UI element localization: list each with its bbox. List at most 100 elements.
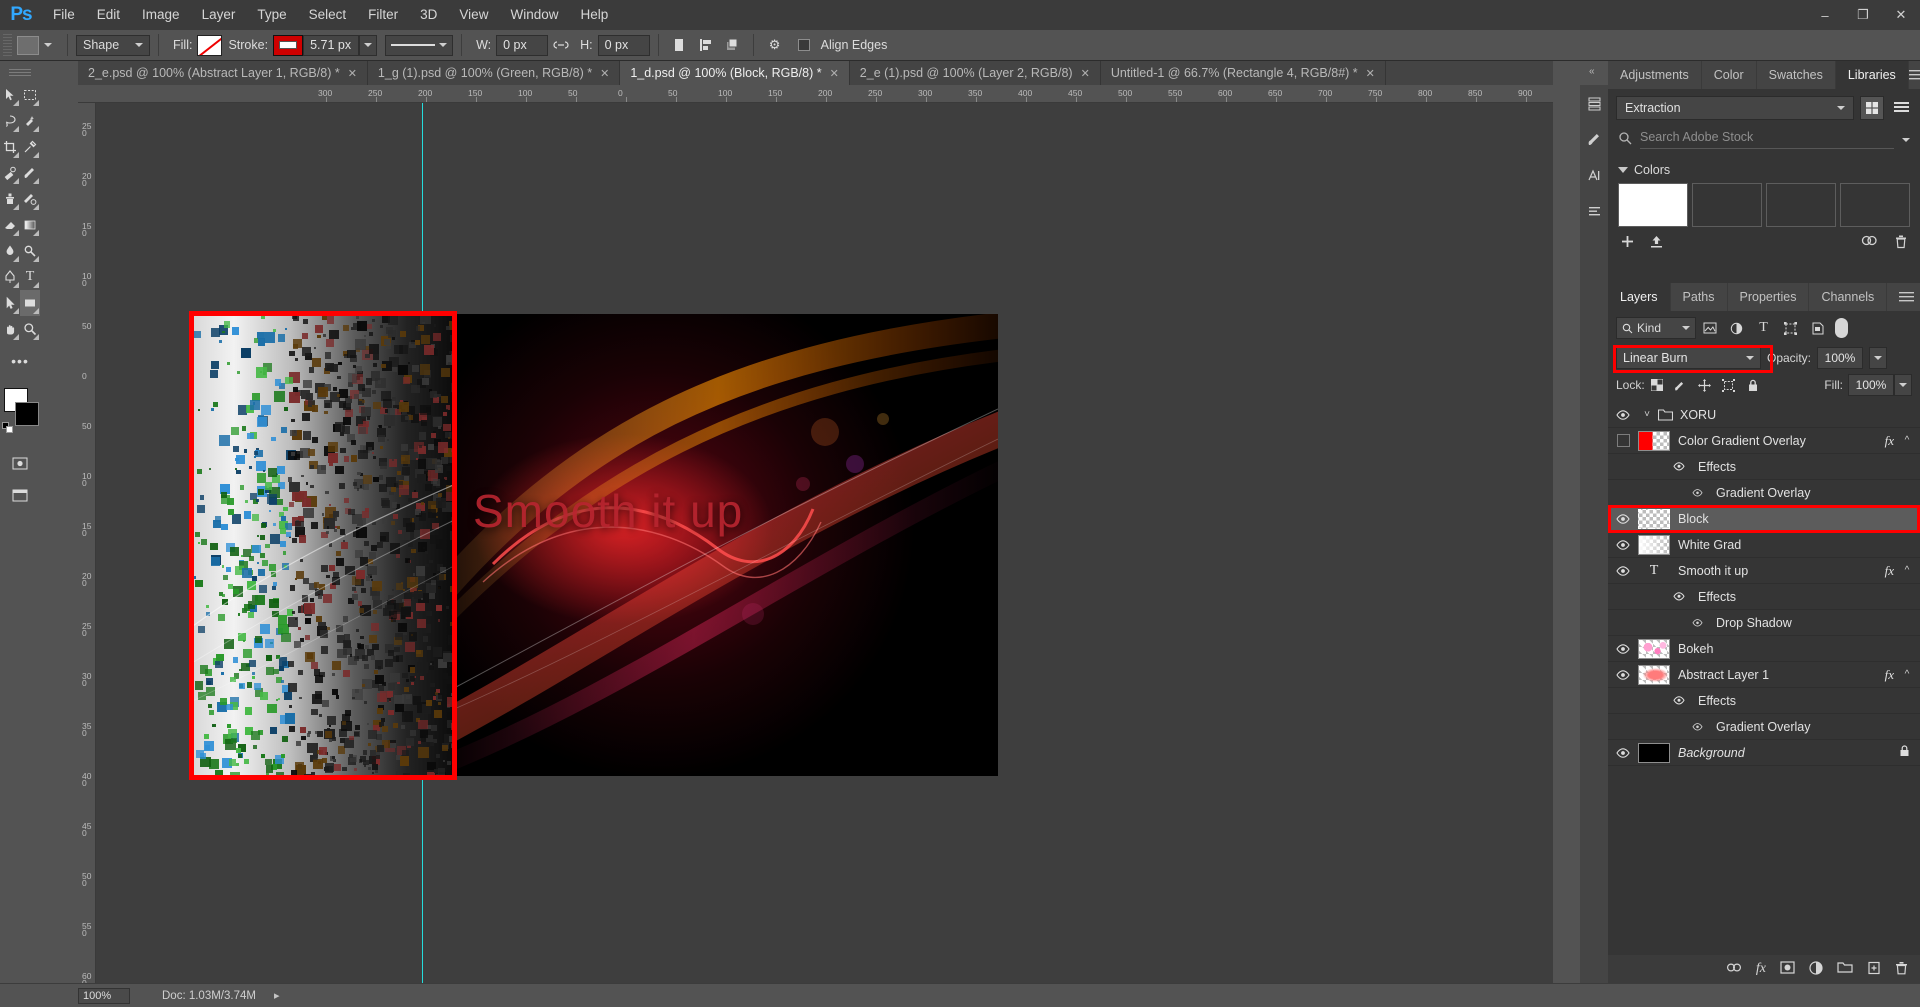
pen-tool[interactable] xyxy=(0,264,20,290)
tab-color[interactable]: Color xyxy=(1702,61,1757,89)
effects-collapse-icon[interactable]: ^ xyxy=(1902,435,1920,446)
document-tab[interactable]: 1_g (1).psd @ 100% (Green, RGB/8) * ✕ xyxy=(368,61,620,85)
link-layers-icon[interactable] xyxy=(1726,961,1742,977)
options-bar-grip[interactable] xyxy=(3,34,12,56)
layer-row[interactable]: T Smooth it up fx ^ xyxy=(1608,558,1920,584)
color-swatch-gray[interactable] xyxy=(1692,183,1762,227)
history-brush-tool[interactable] xyxy=(20,186,40,212)
menu-file[interactable]: File xyxy=(42,0,86,30)
tab-paths[interactable]: Paths xyxy=(1671,283,1728,311)
panel-menu-icon[interactable] xyxy=(1909,61,1920,89)
menu-edit[interactable]: Edit xyxy=(86,0,131,30)
effect-visibility-toggle[interactable] xyxy=(1686,619,1708,627)
path-operations-icon[interactable] xyxy=(667,33,693,57)
color-swatch-black[interactable] xyxy=(1840,183,1910,227)
smart-object-filter-icon[interactable] xyxy=(1804,317,1831,339)
lock-all-icon[interactable] xyxy=(1741,375,1765,395)
move-tool[interactable] xyxy=(0,82,20,108)
new-group-icon[interactable] xyxy=(1837,961,1853,977)
maximize-button[interactable]: ❐ xyxy=(1844,0,1882,30)
lock-position-icon[interactable] xyxy=(1693,375,1717,395)
close-icon[interactable]: ✕ xyxy=(1366,67,1375,80)
default-colors-icon[interactable] xyxy=(2,422,13,433)
brush-settings-icon[interactable] xyxy=(1580,121,1608,157)
character-panel-icon[interactable] xyxy=(1580,157,1608,193)
menu-view[interactable]: View xyxy=(448,0,499,30)
menu-layer[interactable]: Layer xyxy=(191,0,247,30)
layer-visibility-toggle[interactable] xyxy=(1608,402,1638,428)
layer-visibility-toggle[interactable] xyxy=(1608,636,1638,662)
path-alignment-icon[interactable] xyxy=(693,33,719,57)
tool-preset-chevron-icon[interactable] xyxy=(44,43,52,47)
screen-mode-button[interactable] xyxy=(10,482,30,508)
path-selection-tool[interactable] xyxy=(0,290,20,316)
history-panel-icon[interactable] xyxy=(1580,85,1608,121)
new-layer-icon[interactable] xyxy=(1867,961,1881,978)
layer-effects-fx-icon[interactable]: fx xyxy=(1885,563,1902,579)
document-tab-active[interactable]: 1_d.psd @ 100% (Block, RGB/8) * ✕ xyxy=(620,61,849,85)
shape-filter-icon[interactable] xyxy=(1777,317,1804,339)
layer-row[interactable]: Abstract Layer 1 fx ^ xyxy=(1608,662,1920,688)
rectangle-tool[interactable] xyxy=(20,290,40,316)
stroke-width-input[interactable]: 5.71 px xyxy=(303,35,359,56)
zoom-tool[interactable] xyxy=(20,316,40,342)
layer-effects-fx-icon[interactable]: fx xyxy=(1885,433,1902,449)
layer-row[interactable]: Block xyxy=(1608,506,1920,532)
color-swatch-white[interactable] xyxy=(1618,183,1688,227)
layer-visibility-toggle[interactable] xyxy=(1608,558,1638,584)
edit-toolbar-button[interactable]: ••• xyxy=(10,348,30,374)
layer-row[interactable]: Background xyxy=(1608,740,1920,766)
share-link-icon[interactable] xyxy=(1861,234,1878,252)
document-artboard[interactable]: Smooth it up xyxy=(192,314,998,776)
blend-mode-select[interactable]: Linear Burn xyxy=(1616,347,1761,369)
gear-icon[interactable]: ⚙ xyxy=(762,33,788,57)
tab-channels[interactable]: Channels xyxy=(1809,283,1887,311)
zoom-level-input[interactable]: 100% xyxy=(78,988,130,1004)
path-arrangement-icon[interactable] xyxy=(719,33,745,57)
layer-effects-fx-icon[interactable]: fx xyxy=(1885,667,1902,683)
layer-row[interactable]: Effects xyxy=(1608,688,1920,714)
layer-visibility-toggle[interactable] xyxy=(1608,610,1638,636)
menu-help[interactable]: Help xyxy=(569,0,619,30)
effect-visibility-toggle[interactable] xyxy=(1686,723,1708,731)
effect-visibility-toggle[interactable] xyxy=(1686,489,1708,497)
eraser-tool[interactable] xyxy=(0,212,20,238)
effects-collapse-icon[interactable]: ^ xyxy=(1902,565,1920,576)
list-view-icon[interactable] xyxy=(1890,96,1912,120)
layer-visibility-toggle[interactable] xyxy=(1608,480,1638,506)
document-tab[interactable]: 2_e.psd @ 100% (Abstract Layer 1, RGB/8)… xyxy=(78,61,368,85)
layer-visibility-toggle[interactable] xyxy=(1608,740,1638,766)
layer-visibility-toggle[interactable] xyxy=(1608,584,1638,610)
layer-row[interactable]: White Grad xyxy=(1608,532,1920,558)
menu-type[interactable]: Type xyxy=(246,0,297,30)
effects-visibility-toggle[interactable] xyxy=(1668,696,1690,705)
filter-toggle[interactable] xyxy=(1835,318,1848,338)
menu-image[interactable]: Image xyxy=(131,0,191,30)
opacity-input[interactable]: 100% xyxy=(1817,347,1863,369)
stroke-swatch-button[interactable] xyxy=(273,35,303,56)
layer-thumbnail[interactable] xyxy=(1638,535,1670,555)
fill-input[interactable]: 100% xyxy=(1848,374,1894,396)
effects-visibility-toggle[interactable] xyxy=(1668,592,1690,601)
layer-row[interactable]: Bokeh xyxy=(1608,636,1920,662)
close-icon[interactable]: ✕ xyxy=(600,67,609,80)
eyedropper-tool[interactable] xyxy=(20,134,40,160)
menu-3d[interactable]: 3D xyxy=(409,0,448,30)
layer-visibility-toggle[interactable] xyxy=(1608,714,1638,740)
layer-visibility-toggle[interactable] xyxy=(1608,662,1638,688)
stroke-width-chevron-icon[interactable] xyxy=(359,35,377,56)
canvas-area[interactable]: Smooth it up xyxy=(96,103,1553,983)
shape-height-input[interactable]: 0 px xyxy=(598,35,650,56)
dodge-tool[interactable] xyxy=(20,238,40,264)
paragraph-panel-icon[interactable] xyxy=(1580,193,1608,229)
layer-visibility-toggle[interactable] xyxy=(1608,532,1638,558)
adobe-stock-search-row[interactable]: Search Adobe Stock xyxy=(1608,127,1920,157)
add-icon[interactable] xyxy=(1620,234,1635,252)
close-icon[interactable]: ✕ xyxy=(1081,67,1090,80)
layer-filter-kind-select[interactable]: Kind xyxy=(1616,317,1696,339)
new-adjustment-layer-icon[interactable] xyxy=(1809,961,1823,978)
effects-collapse-icon[interactable]: ^ xyxy=(1902,669,1920,680)
layer-visibility-toggle[interactable] xyxy=(1608,454,1638,480)
color-swatch-red[interactable] xyxy=(1766,183,1836,227)
status-expand-icon[interactable]: ▸ xyxy=(274,989,280,1002)
